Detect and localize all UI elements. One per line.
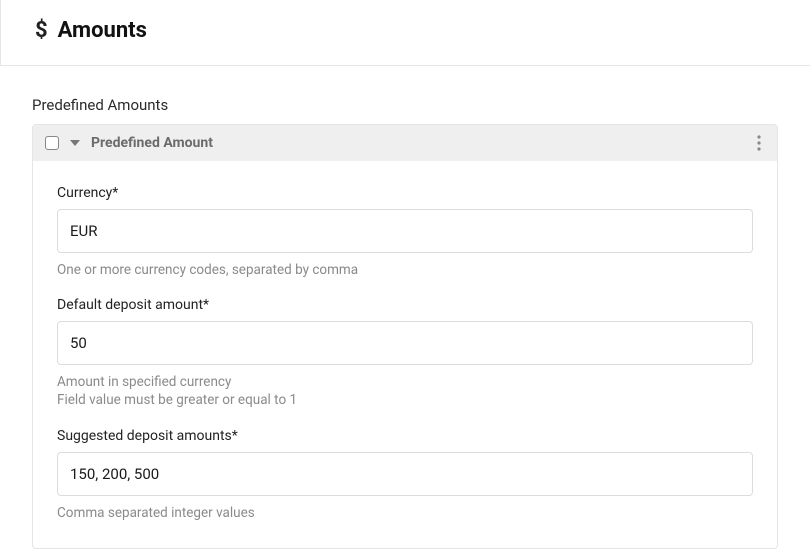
default-amount-help-line2: Field value must be greater or equal to …	[57, 391, 753, 409]
card-body: Currency* One or more currency codes, se…	[33, 161, 777, 548]
predefined-amount-card: Predefined Amount Currency* One or more …	[32, 124, 778, 549]
card-header: Predefined Amount	[33, 125, 777, 161]
content-area: Predefined Amounts Predefined Amount Cur…	[0, 66, 810, 549]
suggested-help: Comma separated integer values	[57, 504, 753, 522]
more-actions-button[interactable]	[753, 135, 765, 151]
suggested-field: Suggested deposit amounts* Comma separat…	[57, 428, 753, 522]
currency-help: One or more currency codes, separated by…	[57, 261, 753, 279]
dollar-icon: $	[35, 20, 48, 42]
currency-input[interactable]	[57, 209, 753, 253]
default-amount-label: Default deposit amount*	[57, 297, 753, 313]
currency-label: Currency*	[57, 185, 753, 201]
collapse-toggle[interactable]	[69, 138, 81, 148]
page-header: $ Amounts	[0, 0, 810, 66]
default-amount-help: Amount in specified currency Field value…	[57, 373, 753, 409]
default-amount-field: Default deposit amount* Amount in specif…	[57, 297, 753, 409]
page-title: Amounts	[58, 18, 147, 43]
default-amount-input[interactable]	[57, 321, 753, 365]
currency-field: Currency* One or more currency codes, se…	[57, 185, 753, 279]
select-checkbox[interactable]	[45, 136, 59, 150]
suggested-label: Suggested deposit amounts*	[57, 428, 753, 444]
caret-down-icon	[69, 138, 81, 148]
suggested-input[interactable]	[57, 452, 753, 496]
card-header-title: Predefined Amount	[91, 135, 743, 151]
default-amount-help-line1: Amount in specified currency	[57, 373, 753, 391]
section-label: Predefined Amounts	[32, 96, 778, 114]
more-vertical-icon	[757, 135, 761, 151]
